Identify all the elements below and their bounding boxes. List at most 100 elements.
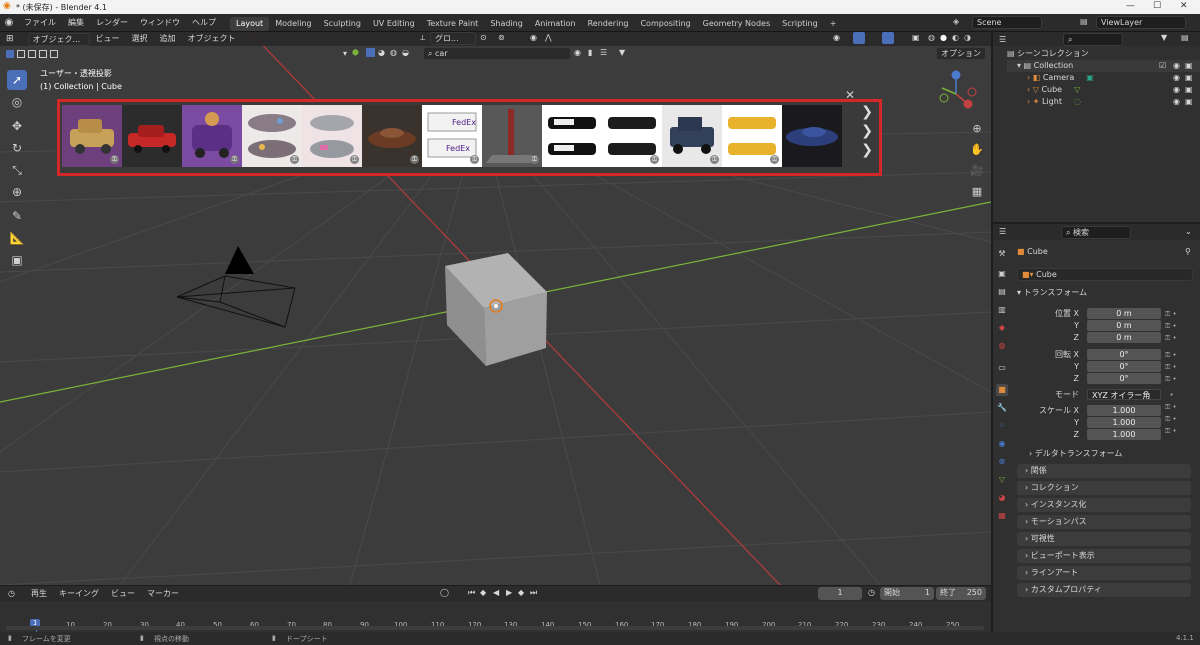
properties-search-input[interactable]: ⌕ 検索: [1061, 226, 1131, 239]
camera-render-icon[interactable]: ▣: [1185, 72, 1193, 84]
new-collection-icon[interactable]: ▤: [1181, 33, 1189, 42]
timeline-scrollbar[interactable]: [6, 626, 984, 630]
rotation-y-field[interactable]: 0°: [1087, 361, 1161, 372]
navigation-gizmo[interactable]: [932, 70, 980, 118]
select-intersect-icon[interactable]: [50, 50, 58, 58]
location-x-field[interactable]: 0 m: [1087, 308, 1161, 319]
tab-modeling[interactable]: Modeling: [269, 17, 317, 31]
camera-render-icon[interactable]: ▣: [1185, 84, 1193, 96]
select-mode-icon[interactable]: [6, 50, 14, 58]
asset-world-icon[interactable]: ◍: [390, 48, 397, 57]
play-icon[interactable]: ▶: [506, 588, 512, 597]
asset-thumb-purple-toy-car[interactable]: ⚿: [182, 105, 242, 167]
asset-thumb-colorful-cars[interactable]: ⚿: [242, 105, 302, 167]
outliner-collection[interactable]: ▾ ▤ Collection ☑ ◉ ▣: [1007, 60, 1200, 72]
timeline-ruler[interactable]: 1 10 20 30 40 50 60 70 80 90 100 110 120…: [0, 601, 991, 632]
panel-visibility[interactable]: › 可視性: [1017, 532, 1191, 546]
asset-search-input[interactable]: ⌕ car: [423, 47, 571, 60]
asset-type-icon[interactable]: ⬢: [352, 48, 359, 57]
outliner-item-camera[interactable]: › ◧ Camera ▣ ◉ ▣: [1007, 72, 1200, 84]
menu-window[interactable]: ウィンドウ: [134, 14, 186, 32]
rotation-x-field[interactable]: 0°: [1087, 349, 1161, 360]
outliner-scene-collection[interactable]: ▤ シーンコレクション: [1007, 48, 1200, 60]
options-dropdown[interactable]: オプション: [936, 47, 986, 60]
tab-uv-editing[interactable]: UV Editing: [367, 17, 421, 31]
outliner-editor-icon[interactable]: ☰: [999, 35, 1006, 44]
add-cube-tool-icon[interactable]: ▣: [7, 250, 27, 270]
lock-rotation-x-icon[interactable]: ⚿ •: [1165, 349, 1191, 361]
properties-options-icon[interactable]: ⌄: [1185, 227, 1192, 236]
timeline-editor-icon[interactable]: ◷: [8, 589, 15, 598]
asset-node-icon[interactable]: ◒: [402, 48, 409, 57]
asset-visibility-icon[interactable]: ◉: [574, 48, 581, 57]
bookmark-icon[interactable]: ▮: [588, 48, 592, 57]
tab-scripting[interactable]: Scripting: [776, 17, 824, 31]
panel-viewport-display[interactable]: › ビューポート表示: [1017, 549, 1191, 563]
falloff-icon[interactable]: ⋀: [545, 33, 552, 42]
scene-icon[interactable]: ◈: [953, 17, 959, 26]
lock-location-y-icon[interactable]: ⚿ •: [1165, 320, 1191, 332]
xray-icon[interactable]: ▣: [912, 33, 920, 42]
tab-layout[interactable]: Layout: [230, 16, 270, 31]
select-extend-icon[interactable]: [17, 50, 25, 58]
camera-render-icon[interactable]: ▣: [1185, 60, 1193, 72]
menu-render[interactable]: レンダー: [90, 14, 134, 32]
lock-rotation-z-icon[interactable]: ⚿ •: [1165, 373, 1191, 385]
gizmo-toggle-icon[interactable]: [853, 32, 865, 44]
eye-icon[interactable]: ◉: [1173, 96, 1180, 108]
lock-scale-y-icon[interactable]: ⚿ •: [1165, 413, 1191, 425]
mode-selector[interactable]: オブジェク...: [27, 32, 90, 46]
eye-icon[interactable]: ◉: [1173, 72, 1180, 84]
outliner-search-input[interactable]: ⌕: [1063, 33, 1123, 46]
eye-icon[interactable]: ◉: [1173, 84, 1180, 96]
shading-rendered-icon[interactable]: ◑: [964, 33, 971, 42]
preview-range-icon[interactable]: ◷: [868, 588, 875, 597]
end-frame-field[interactable]: 終了 250: [936, 587, 986, 600]
scale-tool-icon[interactable]: ⤡: [7, 160, 27, 180]
next-keyframe-icon[interactable]: ◆: [518, 588, 524, 597]
camera-view-icon[interactable]: 🎥: [968, 164, 986, 177]
pin-icon[interactable]: ⚲: [1185, 247, 1191, 256]
camera-render-icon[interactable]: ▣: [1185, 96, 1193, 108]
lock-location-x-icon[interactable]: ⚿ •: [1165, 308, 1191, 320]
panel-relations[interactable]: › 関係: [1017, 464, 1191, 478]
asset-thumb-car-lift[interactable]: ⚿: [482, 105, 542, 167]
data-tab-icon[interactable]: ▽: [996, 474, 1008, 486]
panel-line-art[interactable]: › ラインアート: [1017, 566, 1191, 580]
timeline-menu-playback[interactable]: 再生: [25, 586, 53, 601]
viewport-menu-select[interactable]: 選択: [126, 32, 154, 46]
zoom-icon[interactable]: ⊕: [968, 122, 986, 135]
panel-custom-properties[interactable]: › カスタムプロパティ: [1017, 583, 1191, 597]
viewport-menu-view[interactable]: ビュー: [90, 32, 126, 46]
cursor-tool-icon[interactable]: ◎: [7, 92, 27, 112]
collection-checkbox-icon[interactable]: ☑: [1159, 60, 1166, 72]
asset-thumb-red-car[interactable]: [122, 105, 182, 167]
tab-rendering[interactable]: Rendering: [582, 17, 635, 31]
constraints-tab-icon[interactable]: ⊗: [996, 456, 1008, 468]
add-workspace-icon[interactable]: +: [824, 17, 843, 31]
overlay-toggle-icon[interactable]: [882, 32, 894, 44]
list-view-icon[interactable]: ☰: [600, 48, 607, 57]
jump-end-icon[interactable]: ⏭: [530, 588, 537, 598]
tab-animation[interactable]: Animation: [529, 17, 582, 31]
output-tab-icon[interactable]: ▤: [996, 286, 1008, 298]
lock-scale-z-icon[interactable]: ⚿ •: [1165, 425, 1191, 437]
shelf-scroll-arrow-icon[interactable]: ❯: [861, 123, 873, 139]
select-box-tool-icon[interactable]: ➚: [7, 70, 27, 90]
eye-icon[interactable]: ◉: [1173, 60, 1180, 72]
3d-viewport[interactable]: ⊞ オブジェク... ビュー 選択 追加 オブジェクト ⟂ グロ... ⊙ ⊚ …: [0, 32, 991, 585]
panel-instancing[interactable]: › インスタンス化: [1017, 498, 1191, 512]
rotation-z-field[interactable]: 0°: [1087, 373, 1161, 384]
visibility-icon[interactable]: ◉: [833, 33, 840, 42]
asset-material-icon[interactable]: ◕: [378, 48, 385, 57]
asset-thumb-taxi[interactable]: ⚿: [722, 105, 782, 167]
play-reverse-icon[interactable]: ◀: [493, 588, 499, 597]
annotate-tool-icon[interactable]: ✎: [7, 206, 27, 226]
asset-thumb-blue-sports-car[interactable]: [782, 105, 842, 167]
tab-geometry-nodes[interactable]: Geometry Nodes: [697, 17, 776, 31]
transform-panel-header[interactable]: ▾ トランスフォーム: [1017, 286, 1193, 300]
properties-editor-icon[interactable]: ☰: [999, 227, 1006, 236]
timeline-menu-keying[interactable]: キーイング: [53, 586, 105, 601]
menu-file[interactable]: ファイル: [18, 14, 62, 32]
asset-thumb-black-sedan[interactable]: ⚿: [602, 105, 662, 167]
